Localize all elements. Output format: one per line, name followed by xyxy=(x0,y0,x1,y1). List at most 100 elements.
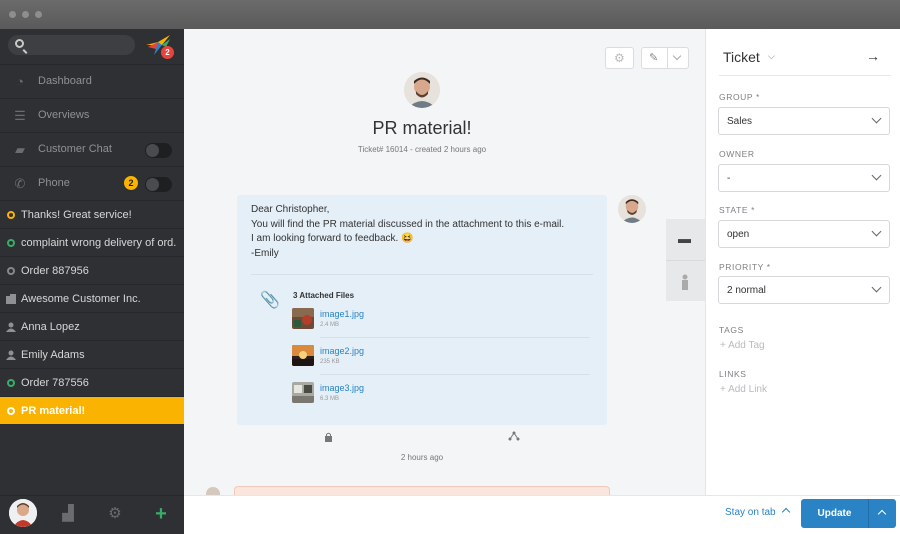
chevron-down-icon[interactable]: ⌵ xyxy=(768,51,775,62)
button-divider xyxy=(667,48,668,68)
chevron-up-icon[interactable] xyxy=(877,509,887,519)
attachment-name[interactable]: image3.jpg xyxy=(320,383,364,393)
attachment-divider xyxy=(320,337,590,338)
panel-title[interactable]: Ticket xyxy=(723,49,760,65)
ticket-meta: Ticket# 16014 - created 2 hours ago xyxy=(357,145,487,154)
ticket-status-icon xyxy=(7,267,15,275)
owner-label: OWNER xyxy=(719,149,755,159)
phone-count-badge: 2 xyxy=(124,176,138,190)
task-label: Order 887956 xyxy=(21,265,89,277)
ticket-title[interactable]: PR material! xyxy=(184,118,660,139)
attachment-name[interactable]: image1.jpg xyxy=(320,309,364,319)
ticket-settings-button[interactable]: ⚙ xyxy=(605,47,634,69)
task-item[interactable]: Thanks! Great service! xyxy=(0,200,184,228)
update-button[interactable]: Update xyxy=(801,499,896,528)
task-label: Thanks! Great service! xyxy=(21,209,132,221)
task-label: Order 787556 xyxy=(21,377,89,389)
search-input[interactable] xyxy=(8,35,135,55)
attachments-title: 3 Attached Files xyxy=(293,291,355,300)
attachment-name[interactable]: image2.jpg xyxy=(320,346,364,356)
chevron-down-icon xyxy=(871,226,882,237)
organization-icon xyxy=(6,294,16,304)
attachment-item[interactable]: image2.jpg 235 KB xyxy=(292,345,592,375)
task-item[interactable]: complaint wrong delivery of ord... xyxy=(0,228,184,256)
group-select[interactable]: Sales xyxy=(718,107,890,135)
phone-toggle[interactable] xyxy=(145,177,172,192)
close-window-dot[interactable] xyxy=(9,11,16,18)
message-line: Dear Christopher, xyxy=(251,204,330,215)
customer-chat-toggle[interactable] xyxy=(145,143,172,158)
customer-avatar[interactable] xyxy=(404,72,440,108)
window-titlebar xyxy=(0,0,900,29)
nav-item-overviews[interactable]: ☰ Overviews xyxy=(0,98,184,132)
task-item[interactable]: Order 887956 xyxy=(0,256,184,284)
button-divider xyxy=(868,499,869,528)
lock-icon xyxy=(324,432,334,442)
task-label: Emily Adams xyxy=(21,349,85,361)
task-label: PR material! xyxy=(21,405,86,417)
minimize-window-dot[interactable] xyxy=(22,11,29,18)
links-label: LINKS xyxy=(719,369,747,379)
owner-select[interactable]: - xyxy=(718,164,890,192)
maximize-window-dot[interactable] xyxy=(35,11,42,18)
attachment-item[interactable]: image1.jpg 2.4 MB xyxy=(292,308,592,338)
attachment-thumbnail[interactable] xyxy=(292,345,314,366)
reports-icon[interactable]: ▟ xyxy=(60,506,76,522)
chevron-up-icon[interactable] xyxy=(781,507,791,517)
nav-label: Customer Chat xyxy=(38,143,112,155)
notification-badge[interactable]: 2 xyxy=(161,46,174,59)
attachment-item[interactable]: image3.jpg 6.3 MB xyxy=(292,382,592,412)
task-item-active[interactable]: PR material! xyxy=(0,396,184,424)
ticket-tab-icon[interactable]: ▬ xyxy=(678,231,691,246)
message-line: You will find the PR material discussed … xyxy=(251,218,565,230)
nav-label: Overviews xyxy=(38,109,90,121)
search-icon xyxy=(15,39,24,48)
task-item[interactable]: Emily Adams xyxy=(0,340,184,368)
ticket-status-icon xyxy=(7,239,15,247)
customer-tab-icon[interactable] xyxy=(680,274,690,290)
nav-item-phone[interactable]: ✆ Phone 2 xyxy=(0,166,184,200)
collapse-arrow-icon[interactable]: → xyxy=(866,48,880,64)
task-label: Awesome Customer Inc. xyxy=(21,293,141,305)
dashboard-icon: ◔ xyxy=(16,74,24,89)
gear-icon: ⚙ xyxy=(614,51,625,65)
split-icon[interactable] xyxy=(508,431,520,441)
attachment-size: 6.3 MB xyxy=(320,396,340,402)
chevron-down-icon xyxy=(871,282,882,293)
task-item[interactable]: Awesome Customer Inc. xyxy=(0,284,184,312)
user-icon xyxy=(6,322,16,332)
task-label: Anna Lopez xyxy=(21,321,80,333)
nav-item-dashboard[interactable]: ◔ Dashboard xyxy=(0,64,184,98)
attachment-thumbnail[interactable] xyxy=(292,382,314,403)
sidebar: 2 ◔ Dashboard ☰ Overviews ▰ Customer Cha… xyxy=(0,29,184,534)
group-label: GROUP * xyxy=(719,92,760,102)
message-line: -Emily xyxy=(251,247,279,259)
add-link-link[interactable]: + Add Link xyxy=(720,384,767,395)
ticket-status-icon xyxy=(7,407,15,415)
user-avatar[interactable] xyxy=(9,499,37,527)
attachment-size: 2.4 MB xyxy=(320,322,340,328)
phone-icon: ✆ xyxy=(14,176,26,191)
settings-icon[interactable]: ⚙ xyxy=(107,506,123,522)
task-item[interactable]: Anna Lopez xyxy=(0,312,184,340)
nav-item-customer-chat[interactable]: ▰ Customer Chat xyxy=(0,132,184,166)
task-label: complaint wrong delivery of ord... xyxy=(21,237,176,249)
add-icon[interactable]: + xyxy=(153,504,169,524)
attachment-thumbnail[interactable] xyxy=(292,308,314,329)
priority-select[interactable]: 2 normal xyxy=(718,276,890,304)
article-divider xyxy=(251,274,593,275)
stay-on-tab-toggle[interactable]: Stay on tab xyxy=(725,507,776,518)
state-select[interactable]: open xyxy=(718,220,890,248)
attachment-divider xyxy=(320,374,590,375)
article-body: Dear Christopher, You will find the PR m… xyxy=(251,203,564,261)
add-tag-link[interactable]: + Add Tag xyxy=(720,340,765,351)
task-item[interactable]: Order 787556 xyxy=(0,368,184,396)
sidebar-footer: ▟ ⚙ + xyxy=(0,495,184,534)
chevron-down-icon xyxy=(672,51,682,61)
priority-label: PRIORITY * xyxy=(719,262,771,272)
app-window: 2 ◔ Dashboard ☰ Overviews ▰ Customer Cha… xyxy=(0,0,900,534)
ticket-status-icon xyxy=(7,379,15,387)
sender-avatar[interactable] xyxy=(618,195,646,223)
ticket-edit-button[interactable]: ✎ xyxy=(641,47,689,69)
nav-label: Dashboard xyxy=(38,75,92,87)
